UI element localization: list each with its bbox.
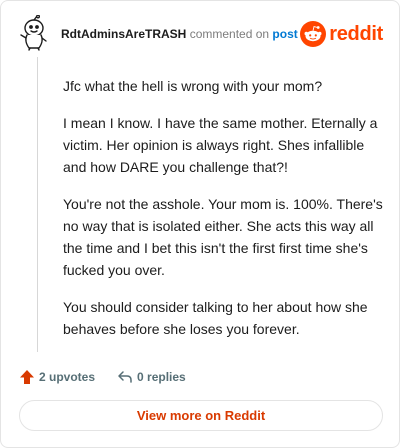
thread-line [37, 57, 38, 352]
post-link[interactable]: post [272, 27, 297, 41]
replies-button[interactable]: 0 replies [117, 369, 186, 385]
comment-paragraph: You should consider talking to her about… [63, 299, 368, 337]
comment-embed-card: RdtAdminsAreTRASH commented on post redd… [0, 0, 400, 448]
attribution-verb: commented on [189, 27, 270, 41]
comment-actions: 2 upvotes 0 replies [19, 367, 186, 387]
comment-paragraph: You're not the asshole. Your mom is. 100… [63, 196, 383, 278]
reddit-wordmark: reddit [329, 22, 383, 45]
comment-header: RdtAdminsAreTRASH commented on post redd… [17, 14, 383, 51]
comment-paragraph: I mean I know. I have the same mother. E… [63, 115, 378, 175]
reddit-snoo-icon [300, 21, 327, 47]
comment-body: Jfc what the hell is wrong with your mom… [63, 75, 389, 355]
view-more-button[interactable]: View more on Reddit [19, 400, 383, 431]
comment-attribution: RdtAdminsAreTRASH commented on post [61, 27, 298, 41]
upvote-button[interactable]: 2 upvotes [19, 369, 95, 385]
username-link[interactable]: RdtAdminsAreTRASH [61, 27, 186, 41]
user-avatar[interactable] [17, 14, 51, 51]
comment-paragraph: Jfc what the hell is wrong with your mom… [63, 78, 323, 94]
upvote-count: 2 upvotes [39, 370, 96, 384]
snoo-avatar-icon [20, 14, 47, 51]
reply-arrow-icon [118, 371, 132, 383]
reddit-logo[interactable]: reddit [300, 21, 383, 47]
upvote-arrow-icon [20, 370, 34, 384]
reply-count: 0 replies [137, 370, 186, 384]
